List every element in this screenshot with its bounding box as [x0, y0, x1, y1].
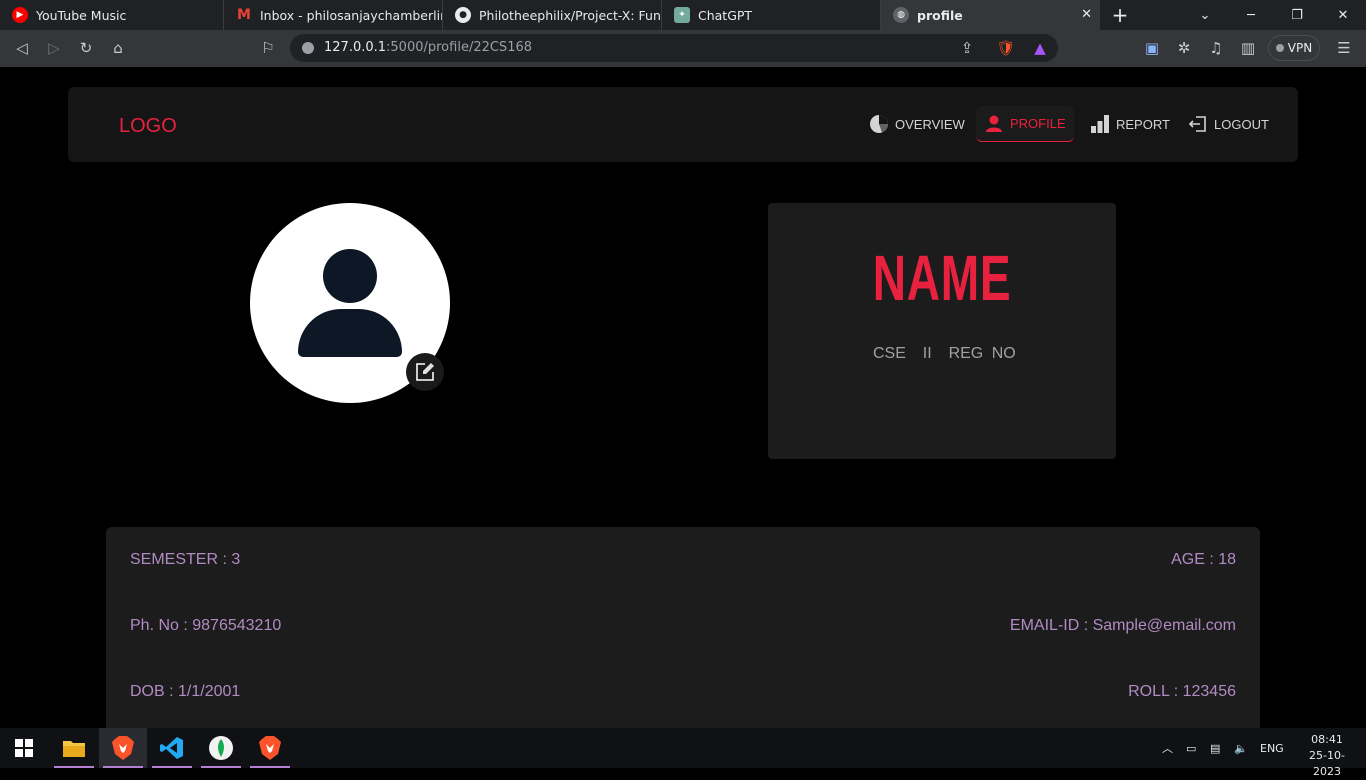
browser-toolbar: ◁ ▷ ↻ ⌂ ⚐ 127.0.0.1:5000/profile/22CS168…	[0, 30, 1366, 67]
gmail-icon: M	[237, 7, 251, 23]
tab-title: profile	[917, 7, 963, 23]
back-icon[interactable]: ◁	[12, 38, 32, 58]
tab-title: Philotheephilix/Project-X: Funtiona	[479, 7, 661, 23]
brave-shields-icon[interactable]: 🛡	[996, 38, 1016, 58]
start-button[interactable]	[0, 728, 48, 768]
site-info-icon[interactable]	[302, 42, 314, 54]
address-bar[interactable]: 127.0.0.1:5000/profile/22CS168 ⇪ 🛡 ▲	[290, 34, 1058, 62]
vpn-label: VPN	[1287, 41, 1313, 55]
brave-rewards-icon[interactable]: ▲	[1030, 38, 1050, 58]
language-indicator[interactable]: ENG	[1260, 728, 1284, 768]
page-content: LOGO OVERVIEW PROFILE REPORT LOGOUT NAME…	[0, 67, 1366, 728]
tab-gmail[interactable]: M Inbox - philosanjaychamberline.26	[224, 0, 443, 30]
windows-icon	[15, 739, 33, 757]
share-icon[interactable]: ⇪	[957, 38, 977, 58]
globe-icon: ◍	[893, 7, 909, 23]
edit-icon	[416, 363, 434, 381]
navbar: LOGO OVERVIEW PROFILE REPORT LOGOUT	[68, 87, 1298, 162]
tab-chatgpt[interactable]: ✦ ChatGPT	[662, 0, 881, 30]
profile-subtitle: CSE II REG NO	[873, 345, 1016, 362]
mongodb-icon	[209, 736, 233, 760]
email-text: EMAIL-ID : Sample@email.com	[1009, 617, 1236, 634]
user-icon	[986, 115, 1002, 132]
pie-chart-icon	[870, 115, 888, 133]
logo[interactable]: LOGO	[119, 115, 177, 138]
windows-taskbar: ︿ ▭ ▤ 🔈 ENG 08:41 25-10-2023	[0, 728, 1366, 778]
minimize-button[interactable]: ─	[1228, 0, 1274, 30]
folder-icon	[63, 741, 85, 757]
url-text: 127.0.0.1:5000/profile/22CS168	[324, 40, 532, 55]
forward-icon[interactable]: ▷	[44, 38, 64, 58]
clock-time: 08:41	[1311, 733, 1343, 746]
browser-tab-bar: ▶ YouTube Music M Inbox - philosanjaycha…	[0, 0, 1366, 30]
tab-github[interactable]: ● Philotheephilix/Project-X: Funtiona	[443, 0, 662, 30]
extensions-icon[interactable]: ✲	[1174, 38, 1194, 58]
bookmark-icon[interactable]: ⚐	[258, 38, 278, 58]
nav-logout[interactable]: LOGOUT	[1180, 106, 1277, 142]
battery-icon[interactable]: ▭	[1186, 728, 1196, 768]
details-card: SEMESTER : 3 AGE : 18 Ph. No : 987654321…	[106, 527, 1260, 728]
vpn-status-icon	[1275, 44, 1284, 52]
brave-icon	[259, 736, 281, 760]
url-host: 127.0.0.1	[324, 40, 387, 55]
nav-label: PROFILE	[1010, 116, 1066, 131]
tab-profile[interactable]: ◍ profile ✕	[881, 0, 1100, 30]
name-card: NAME CSE II REG NO	[768, 203, 1116, 459]
taskbar-vscode[interactable]	[148, 728, 196, 768]
edit-avatar-button[interactable]	[406, 353, 444, 391]
taskbar-brave-browser[interactable]	[99, 728, 147, 768]
restore-button[interactable]: ❐	[1274, 0, 1320, 30]
roll-text: ROLL : 123456	[1128, 683, 1236, 700]
tab-youtube-music[interactable]: ▶ YouTube Music	[0, 0, 224, 30]
close-tab-icon[interactable]: ✕	[1081, 7, 1092, 22]
close-window-button[interactable]: ✕	[1320, 0, 1366, 30]
reload-icon[interactable]: ↻	[76, 38, 96, 58]
screenshot-icon[interactable]: ▣	[1142, 38, 1162, 58]
semester-text: SEMESTER : 3	[130, 551, 241, 568]
taskbar-file-explorer[interactable]	[50, 728, 98, 768]
media-icon[interactable]: ♫	[1206, 38, 1226, 58]
volume-icon[interactable]: 🔈	[1234, 728, 1248, 768]
brave-icon	[112, 736, 134, 760]
home-icon[interactable]: ⌂	[108, 38, 128, 58]
youtube-music-icon: ▶	[12, 7, 28, 23]
tab-title: YouTube Music	[36, 7, 127, 23]
nav-label: OVERVIEW	[895, 116, 965, 132]
clock-date: 25-10-2023	[1309, 749, 1345, 778]
taskbar-mongodb-compass[interactable]	[197, 728, 245, 768]
menu-icon[interactable]: ☰	[1334, 38, 1354, 58]
network-icon[interactable]: ▤	[1210, 728, 1220, 768]
github-icon: ●	[455, 7, 471, 23]
new-tab-button[interactable]: +	[1100, 0, 1140, 30]
system-clock[interactable]: 08:41 25-10-2023	[1296, 732, 1358, 780]
nav-profile[interactable]: PROFILE	[976, 106, 1074, 142]
sidebar-icon[interactable]: ▥	[1238, 38, 1258, 58]
url-path: :5000/profile/22CS168	[386, 40, 533, 55]
nav-overview[interactable]: OVERVIEW	[861, 106, 973, 142]
dob-text: DOB : 1/1/2001	[130, 683, 241, 700]
nav-label: LOGOUT	[1214, 116, 1269, 132]
chatgpt-icon: ✦	[674, 7, 690, 23]
nav-report[interactable]: REPORT	[1082, 106, 1178, 142]
tab-title: ChatGPT	[698, 7, 753, 23]
vpn-button[interactable]: VPN	[1268, 35, 1320, 61]
profile-name: NAME	[872, 242, 1012, 314]
vscode-icon	[160, 737, 183, 759]
age-text: AGE : 18	[1171, 551, 1236, 568]
nav-label: REPORT	[1116, 116, 1170, 132]
bar-chart-icon	[1091, 115, 1109, 133]
phone-text: Ph. No : 9876543210	[130, 617, 282, 634]
tab-search-icon[interactable]: ⌄	[1182, 0, 1228, 30]
tray-chevron-icon[interactable]: ︿	[1162, 728, 1173, 768]
avatar-head	[323, 249, 377, 303]
tab-title: Inbox - philosanjaychamberline.26	[260, 7, 442, 23]
avatar-body	[298, 309, 402, 357]
logout-icon	[1188, 116, 1206, 132]
taskbar-brave-browser-2[interactable]	[246, 728, 294, 768]
